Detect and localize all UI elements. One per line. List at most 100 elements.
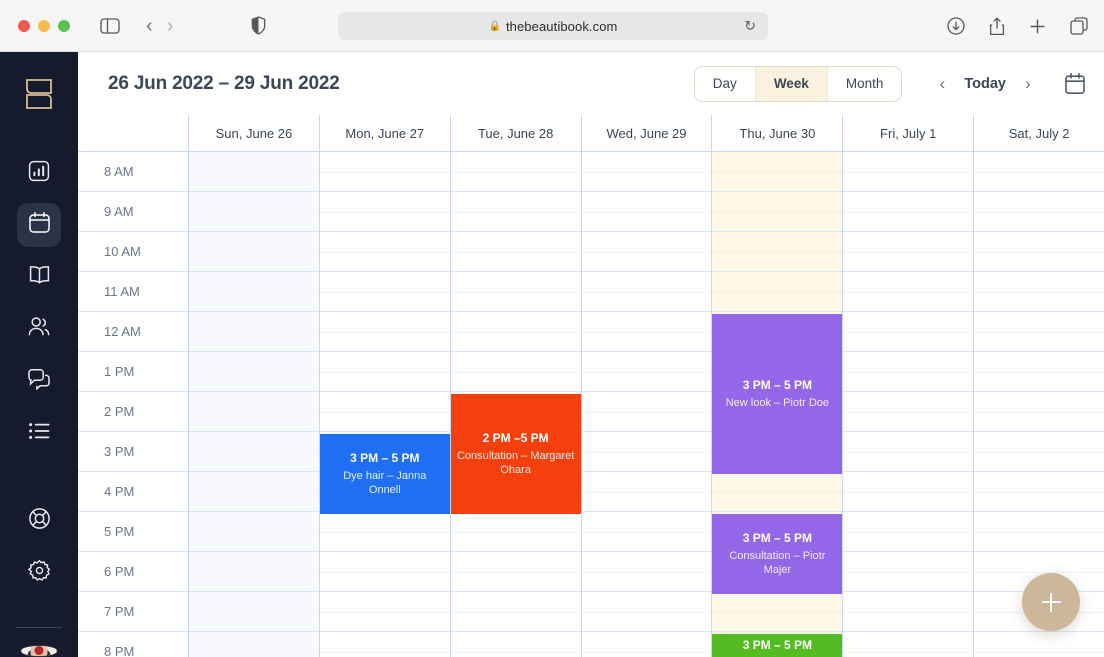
view-option-day[interactable]: Day xyxy=(694,66,755,101)
hour-cell[interactable] xyxy=(189,192,319,232)
hour-cell[interactable] xyxy=(319,552,450,592)
hour-cell[interactable] xyxy=(450,312,581,352)
calendar-event[interactable]: 2 PM –5 PM Consultation – Margaret Ohara xyxy=(450,394,581,514)
hour-cell[interactable] xyxy=(189,352,319,392)
download-icon[interactable] xyxy=(947,17,965,35)
calendar-event[interactable]: 3 PM – 5 PMNew Look – Margarett xyxy=(712,634,843,657)
hour-cell[interactable] xyxy=(450,512,581,552)
hour-cell[interactable] xyxy=(189,392,319,432)
hour-cell[interactable] xyxy=(581,552,712,592)
hour-cell[interactable] xyxy=(450,352,581,392)
hour-cell[interactable] xyxy=(581,312,712,352)
user-avatar[interactable] xyxy=(20,645,58,657)
calendar-event[interactable]: 3 PM – 5 PM New look – Piotr Doe xyxy=(712,314,843,474)
hour-cell[interactable] xyxy=(843,552,974,592)
hour-cell[interactable] xyxy=(189,632,319,657)
hour-cell[interactable] xyxy=(319,352,450,392)
hour-cell[interactable] xyxy=(189,512,319,552)
forward-button[interactable]: › xyxy=(167,16,174,36)
hour-cell[interactable] xyxy=(189,312,319,352)
hour-cell[interactable] xyxy=(843,232,974,272)
calendar-event[interactable]: 3 PM – 5 PM Dye hair – Janna Onnell xyxy=(319,434,450,514)
hour-cell[interactable] xyxy=(843,512,974,552)
calendar-picker-icon[interactable] xyxy=(1064,72,1086,95)
day-header-wed[interactable]: Wed, June 29 xyxy=(580,115,712,151)
hour-cell[interactable] xyxy=(450,592,581,632)
sidebar-item-clients[interactable] xyxy=(17,307,61,351)
add-event-button[interactable] xyxy=(1022,573,1080,631)
hour-cell[interactable] xyxy=(581,592,712,632)
hour-cell[interactable] xyxy=(319,592,450,632)
day-column-thu[interactable]: 3 PM – 5 PM New look – Piotr Doe 3 PM – 5 … xyxy=(711,152,843,657)
maximize-window-button[interactable] xyxy=(58,19,70,32)
hour-cell[interactable] xyxy=(974,352,1104,392)
hour-cell[interactable] xyxy=(581,512,712,552)
hour-cell[interactable] xyxy=(974,312,1104,352)
sidebar-item-calendar[interactable] xyxy=(17,203,61,247)
hour-cell[interactable] xyxy=(712,272,843,312)
view-option-month[interactable]: Month xyxy=(827,66,902,101)
hour-cell[interactable] xyxy=(581,472,712,512)
hour-cell[interactable] xyxy=(974,392,1104,432)
hour-cell[interactable] xyxy=(189,432,319,472)
day-header-mon[interactable]: Mon, June 27 xyxy=(318,115,450,151)
day-column-sun[interactable] xyxy=(188,152,319,657)
new-tab-icon[interactable] xyxy=(1029,18,1046,35)
sidebar-item-tasks[interactable] xyxy=(17,411,61,455)
hour-cell[interactable] xyxy=(581,352,712,392)
hour-cell[interactable] xyxy=(319,272,450,312)
hour-cell[interactable] xyxy=(712,232,843,272)
day-header-thu[interactable]: Thu, June 30 xyxy=(711,115,842,151)
hour-cell[interactable] xyxy=(319,152,450,192)
hour-cell[interactable] xyxy=(319,312,450,352)
day-header-tue[interactable]: Tue, June 28 xyxy=(449,115,581,151)
hour-cell[interactable] xyxy=(450,152,581,192)
hour-cell[interactable] xyxy=(581,392,712,432)
day-header-sat[interactable]: Sat, July 2 xyxy=(973,115,1104,151)
hour-cell[interactable] xyxy=(843,392,974,432)
hour-cell[interactable] xyxy=(319,392,450,432)
hour-cell[interactable] xyxy=(319,512,450,552)
hour-cell[interactable] xyxy=(712,152,843,192)
sidebar-item-analytics[interactable] xyxy=(17,151,61,195)
day-column-tue[interactable]: 2 PM –5 PM Consultation – Margaret Ohara xyxy=(449,152,581,657)
hour-cell[interactable] xyxy=(189,232,319,272)
hour-cell[interactable] xyxy=(843,272,974,312)
hour-cell[interactable] xyxy=(581,192,712,232)
beautibook-logo[interactable] xyxy=(22,76,56,117)
hour-cell[interactable] xyxy=(450,192,581,232)
hour-cell[interactable] xyxy=(974,512,1104,552)
view-option-week[interactable]: Week xyxy=(754,66,828,101)
hour-cell[interactable] xyxy=(843,152,974,192)
hour-cell[interactable] xyxy=(843,592,974,632)
hour-cell[interactable] xyxy=(450,552,581,592)
close-window-button[interactable] xyxy=(18,19,30,32)
share-icon[interactable] xyxy=(989,16,1005,36)
hour-cell[interactable] xyxy=(974,432,1104,472)
hour-cell[interactable] xyxy=(189,272,319,312)
sidebar-toggle-icon[interactable] xyxy=(100,17,120,34)
hour-cell[interactable] xyxy=(581,152,712,192)
previous-period-button[interactable]: ‹ xyxy=(928,74,956,94)
hour-cell[interactable] xyxy=(189,472,319,512)
address-bar[interactable]: 🔒 thebeautibook.com ↻ xyxy=(338,12,768,40)
hour-cell[interactable] xyxy=(843,352,974,392)
hour-cell[interactable] xyxy=(581,632,712,657)
back-button[interactable]: ‹ xyxy=(146,16,153,36)
sidebar-item-catalog[interactable] xyxy=(17,255,61,299)
hour-cell[interactable] xyxy=(843,432,974,472)
browser-nav-arrows[interactable]: ‹ › xyxy=(146,16,173,36)
hour-cell[interactable] xyxy=(450,632,581,657)
hour-cell[interactable] xyxy=(319,632,450,657)
hour-cell[interactable] xyxy=(581,432,712,472)
hour-cell[interactable] xyxy=(843,312,974,352)
reload-icon[interactable]: ↻ xyxy=(744,18,756,35)
window-traffic-lights[interactable] xyxy=(18,19,70,32)
day-header-fri[interactable]: Fri, July 1 xyxy=(842,115,973,151)
sidebar-item-help[interactable] xyxy=(17,499,61,543)
hour-cell[interactable] xyxy=(712,192,843,232)
hour-cell[interactable] xyxy=(974,192,1104,232)
hour-cell[interactable] xyxy=(843,632,974,657)
hour-cell[interactable] xyxy=(974,232,1104,272)
day-column-wed[interactable] xyxy=(580,152,712,657)
